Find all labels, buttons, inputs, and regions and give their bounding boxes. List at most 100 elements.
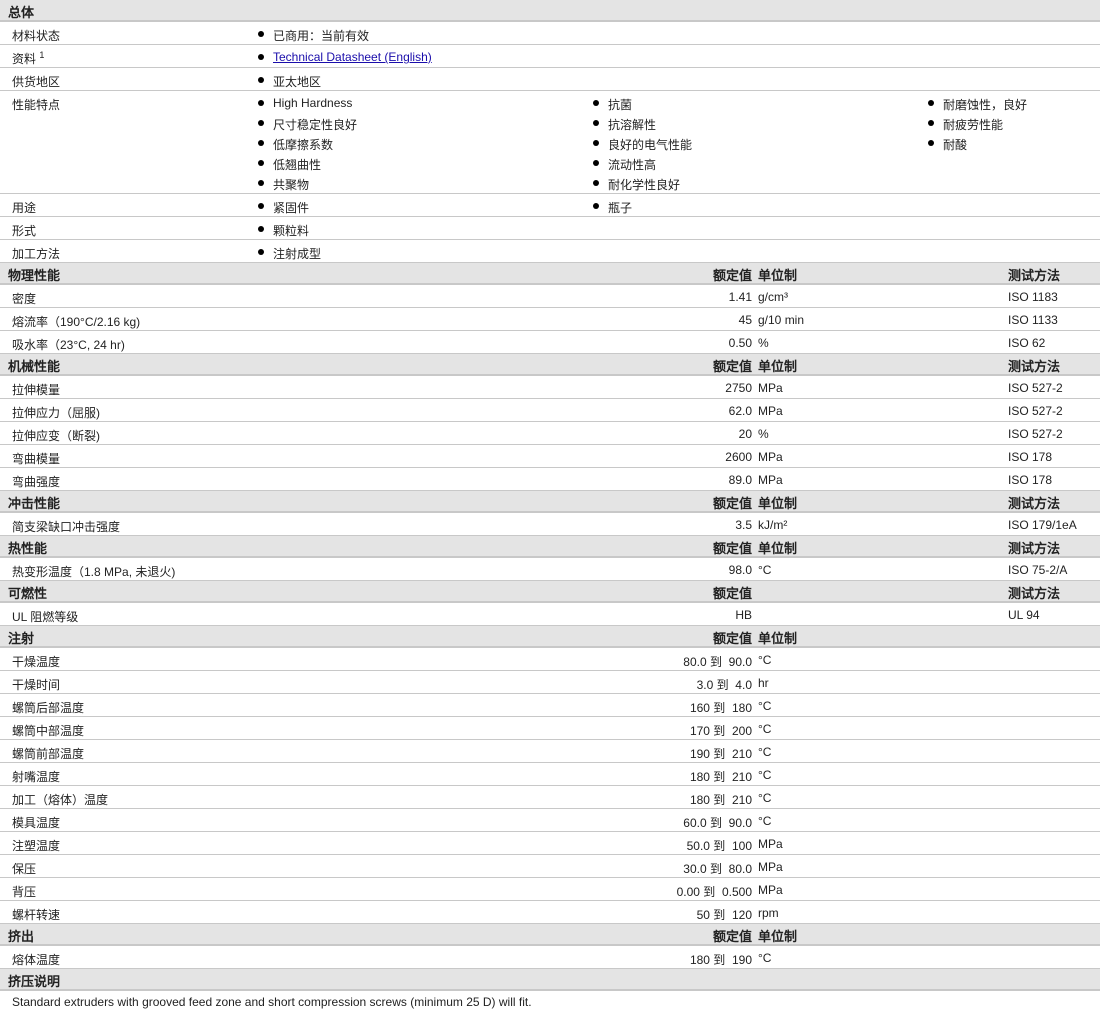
section-header: 注射 额定值 单位制 <box>0 626 1100 648</box>
property-value: 50.0 到 100 <box>686 839 752 853</box>
property-row: 拉伸应变（断裂) 20% ISO 527-2 <box>0 422 1100 445</box>
section-title: 挤出 <box>8 929 35 944</box>
property-unit: °C <box>758 791 772 805</box>
property-row: 螺筒后部温度 160 到 180 °C <box>0 694 1100 717</box>
test-method: ISO 179/1eA <box>1008 518 1077 532</box>
property-row: 简支梁缺口冲击强度 3.5 kJ/m² ISO 179/1eA <box>0 513 1100 536</box>
property-row: 模具温度 60.0 到 90.0 °C <box>0 809 1100 832</box>
property-unit: °C <box>758 653 772 667</box>
section-header: 机械性能 额定值 单位制 测试方法 <box>0 354 1100 376</box>
property-label: 熔流率（190°C/2.16 kg) <box>12 315 141 329</box>
property-unit: MPa <box>758 837 783 851</box>
property-unit: % <box>758 336 769 350</box>
row-label: 材料状态 <box>12 29 61 43</box>
section-title: 注射 <box>8 631 35 646</box>
test-method: ISO 178 <box>1008 473 1053 487</box>
section-title: 热性能 <box>8 541 48 556</box>
property-unit: rpm <box>758 906 779 920</box>
header-rating: 额定值 <box>712 586 752 601</box>
property-unit: °C <box>758 745 772 759</box>
general-row: 性能特点 High Hardness 尺寸稳定性良好 低摩擦系数 低翘曲性 共聚物 抗菌 抗溶… <box>0 91 1100 194</box>
general-row: 用途 紧固件 瓶子 <box>0 194 1100 217</box>
list-item: 耐化学性良好 <box>593 176 680 193</box>
header-test-method: 测试方法 <box>1008 586 1061 601</box>
header-test-method: 测试方法 <box>1008 359 1061 374</box>
property-row: 弯曲模量 2600 MPa ISO 178 <box>0 445 1100 468</box>
row-label: 形式 <box>12 224 37 238</box>
property-row: 螺筒中部温度 170 到 200 °C <box>0 717 1100 740</box>
list-item: 瓶子 <box>593 199 632 216</box>
header-unit: 单位制 <box>758 268 798 283</box>
section-title: 冲击性能 <box>8 496 61 511</box>
property-row: 螺筒前部温度 190 到 210 °C <box>0 740 1100 763</box>
property-row: 干燥时间 3.0 到 4.0 hr <box>0 671 1100 694</box>
header-rating: 额定值 <box>712 929 752 944</box>
property-row: 拉伸模量 2750 MPa ISO 527-2 <box>0 376 1100 399</box>
list-item: 低摩擦系数 <box>258 136 333 153</box>
property-unit: °C <box>758 699 772 713</box>
property-unit: MPa <box>758 473 783 487</box>
section-header: 冲击性能 额定值 单位制 测试方法 <box>0 491 1100 513</box>
header-unit: 单位制 <box>758 631 798 646</box>
list-item: 共聚物 <box>258 176 309 193</box>
property-value: 0.00 到 0.500 <box>676 885 752 899</box>
property-value: 3.5 <box>735 518 752 532</box>
header-unit: 单位制 <box>758 929 798 944</box>
property-value: 50 到 120 <box>696 908 752 922</box>
section-title: 总体 <box>8 5 35 20</box>
property-label: 干燥温度 <box>12 655 61 669</box>
header-rating: 额定值 <box>712 496 752 511</box>
property-value: 3.0 到 4.0 <box>696 678 752 692</box>
test-method: ISO 527-2 <box>1008 381 1063 395</box>
property-unit: kJ/m² <box>758 518 788 532</box>
general-row: 供货地区 亚太地区 <box>0 68 1100 91</box>
section-title: 物理性能 <box>8 268 61 283</box>
property-unit: MPa <box>758 883 783 897</box>
property-value: 2750 <box>725 381 752 395</box>
property-label: 背压 <box>12 885 37 899</box>
list-item: High Hardness <box>258 96 352 110</box>
test-method: ISO 527-2 <box>1008 404 1063 418</box>
property-label: 简支梁缺口冲击强度 <box>12 520 121 534</box>
property-label: 吸水率（23°C, 24 hr) <box>12 338 125 352</box>
property-value: 1.41 <box>728 290 752 304</box>
property-row: 密度 1.41 g/cm³ ISO 1183 <box>0 285 1100 308</box>
property-unit: °C <box>758 814 772 828</box>
header-unit: 单位制 <box>758 541 798 556</box>
property-label: 螺筒中部温度 <box>12 724 85 738</box>
property-row: 拉伸应力（屈服) 62.0 MPa ISO 527-2 <box>0 399 1100 422</box>
property-unit: °C <box>758 768 772 782</box>
row-label: 性能特点 <box>12 98 61 112</box>
property-unit: °C <box>758 951 772 965</box>
section-title: 可燃性 <box>8 586 48 601</box>
property-row: 吸水率（23°C, 24 hr) 0.50% ISO 62 <box>0 331 1100 354</box>
section-header-general: 总体 <box>0 0 1100 22</box>
property-value: 180 到 210 <box>689 793 752 807</box>
property-value: 160 到 180 <box>689 701 752 715</box>
list-item: 低翘曲性 <box>258 156 321 173</box>
test-method: ISO 75-2/A <box>1008 563 1068 577</box>
section-title: 挤压说明 <box>8 974 61 989</box>
property-unit: MPa <box>758 381 783 395</box>
datasheet-link[interactable]: Technical Datasheet (English) <box>273 50 432 64</box>
datasheet: 总体 材料状态 已商用：当前有效 资料 1 Technical Datasheet (E… <box>0 0 1100 1013</box>
list-item: 抗菌 <box>593 96 632 113</box>
list-item: 紧固件 <box>258 199 309 216</box>
header-test-method: 测试方法 <box>1008 268 1061 283</box>
property-label: 注塑温度 <box>12 839 61 853</box>
property-label: 螺筒后部温度 <box>12 701 85 715</box>
list-item: 抗溶解性 <box>593 116 656 133</box>
section-header: 挤出 额定值 单位制 <box>0 924 1100 946</box>
list-item: 流动性高 <box>593 156 656 173</box>
property-unit: MPa <box>758 860 783 874</box>
property-value: 180 到 190 <box>689 953 752 967</box>
header-rating: 额定值 <box>712 541 752 556</box>
property-row: UL 阻燃等级 HB UL 94 <box>0 603 1100 626</box>
header-unit: 单位制 <box>758 496 798 511</box>
property-label: 保压 <box>12 862 37 876</box>
section-header: 热性能 额定值 单位制 测试方法 <box>0 536 1100 558</box>
header-rating: 额定值 <box>712 359 752 374</box>
property-row: 注塑温度 50.0 到 100 MPa <box>0 832 1100 855</box>
section-header: 物理性能 额定值 单位制 测试方法 <box>0 263 1100 285</box>
list-item: 耐磨蚀性，良好 <box>928 96 1027 113</box>
